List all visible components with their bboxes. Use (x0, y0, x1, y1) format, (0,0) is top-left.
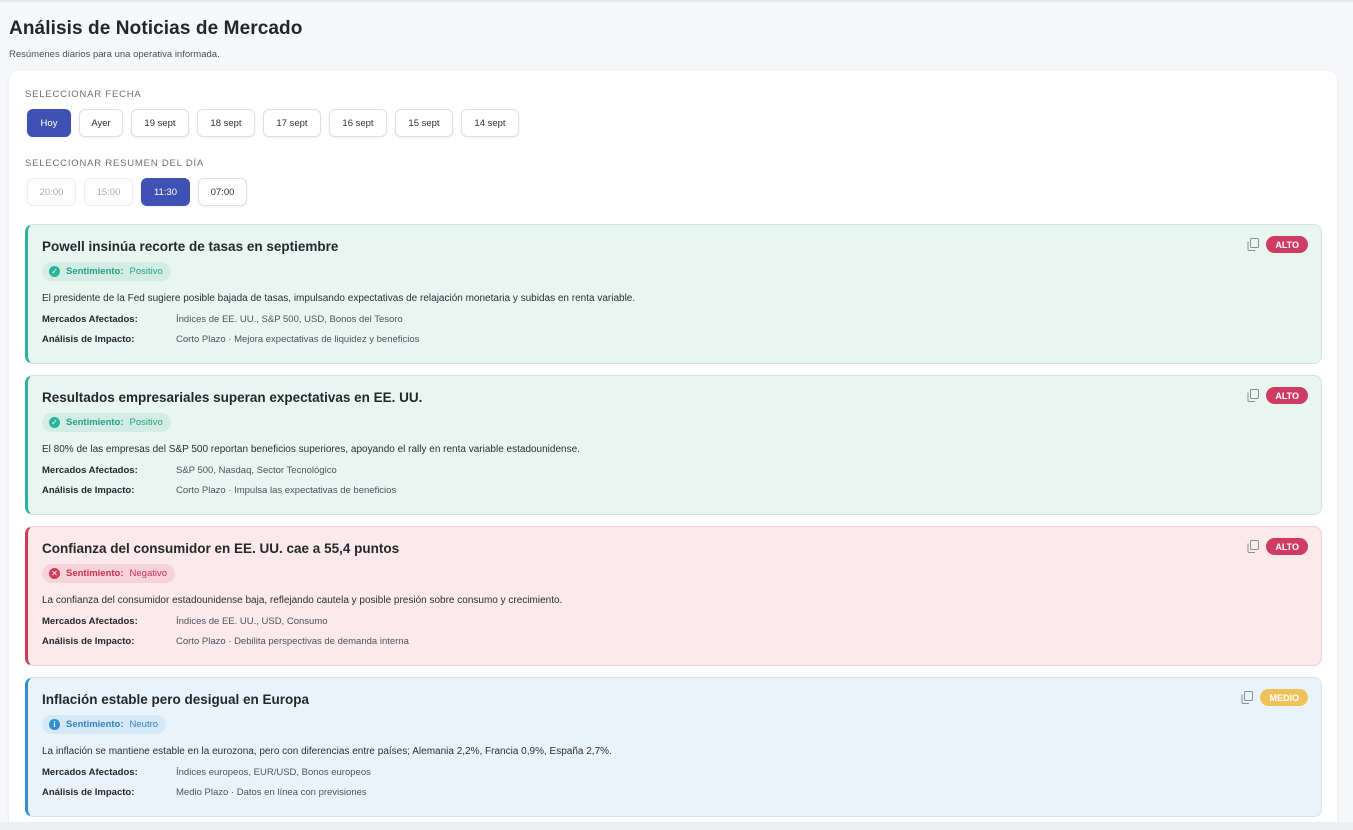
info-circle-icon: i (49, 719, 60, 730)
date-chip-19-sept[interactable]: 19 sept (131, 109, 189, 137)
time-chip-1500[interactable]: 15:00 (84, 178, 133, 206)
time-chip-2000[interactable]: 20:00 (27, 178, 76, 206)
impact-value: Corto Plazo · Mejora expectativas de liq… (176, 334, 420, 345)
markets-label: Mercados Afectados: (42, 465, 138, 476)
date-section-label: SELECCIONAR FECHA (25, 89, 142, 100)
markets-label: Mercados Afectados: (42, 616, 138, 627)
priority-badge: ALTO (1266, 538, 1308, 555)
check-circle-icon: ✓ (49, 266, 60, 277)
copy-icon[interactable] (1241, 691, 1253, 704)
impact-value: Medio Plazo · Datos en línea con previsi… (176, 787, 367, 798)
impact-label: Análisis de Impacto: (42, 636, 135, 647)
check-circle-icon: ✓ (49, 417, 60, 428)
horizontal-scrollbar[interactable] (0, 822, 1353, 830)
impact-label: Análisis de Impacto: (42, 787, 135, 798)
sentiment-badge: ✓ Sentimiento: Positivo (42, 413, 171, 432)
sentiment-value: Positivo (129, 266, 163, 277)
priority-badge: ALTO (1266, 387, 1308, 404)
sentiment-value: Negativo (129, 568, 168, 579)
sentiment-badge: ✕ Sentimiento: Negativo (42, 564, 176, 583)
date-chip-15-sept[interactable]: 15 sept (395, 109, 453, 137)
date-chip-hoy[interactable]: Hoy (27, 109, 71, 137)
markets-row: Mercados Afectados: Índices de EE. UU., … (42, 616, 1321, 627)
impact-value: Corto Plazo · Impulsa las expectativas d… (176, 485, 397, 496)
markets-label: Mercados Afectados: (42, 767, 138, 778)
sentiment-value: Neutro (129, 719, 159, 730)
summary-time-selector: 20:00 15:00 11:30 07:00 (27, 178, 247, 206)
sentiment-label: Sentimiento: (66, 568, 124, 579)
markets-row: Mercados Afectados: S&P 500, Nasdaq, Sec… (42, 465, 1321, 476)
sentiment-label: Sentimiento: (66, 417, 124, 428)
copy-icon[interactable] (1247, 389, 1259, 402)
news-title: Confianza del consumidor en EE. UU. cae … (42, 541, 400, 556)
sentiment-badge: ✓ Sentimiento: Positivo (42, 262, 171, 281)
date-chip-16-sept[interactable]: 16 sept (329, 109, 387, 137)
impact-label: Análisis de Impacto: (42, 485, 135, 496)
news-description: La inflación se mantiene estable en la e… (42, 746, 612, 757)
news-description: El 80% de las empresas del S&P 500 repor… (42, 444, 580, 455)
markets-label: Mercados Afectados: (42, 314, 138, 325)
date-selector: Hoy Ayer 19 sept 18 sept 17 sept 16 sept… (27, 109, 519, 137)
page-subtitle: Resúmenes diarios para una operativa inf… (9, 49, 220, 60)
markets-value: S&P 500, Nasdaq, Sector Tecnológico (176, 465, 337, 476)
news-card: Resultados empresariales superan expecta… (25, 375, 1322, 515)
page-title: Análisis de Noticias de Mercado (9, 18, 303, 39)
news-card: Powell insinúa recorte de tasas en septi… (25, 224, 1322, 364)
sentiment-label: Sentimiento: (66, 719, 124, 730)
sentiment-value: Positivo (129, 417, 163, 428)
news-description: La confianza del consumidor estadouniden… (42, 595, 563, 606)
summary-section-label: SELECCIONAR RESUMEN DEL DÍA (25, 158, 205, 169)
markets-row: Mercados Afectados: Índices europeos, EU… (42, 767, 1321, 778)
date-chip-18-sept[interactable]: 18 sept (197, 109, 255, 137)
news-description: El presidente de la Fed sugiere posible … (42, 293, 636, 304)
date-chip-ayer[interactable]: Ayer (79, 109, 123, 137)
priority-badge: MEDIO (1260, 689, 1308, 706)
impact-row: Análisis de Impacto: Corto Plazo · Impul… (42, 485, 1321, 496)
priority-badge: ALTO (1266, 236, 1308, 253)
markets-value: Índices de EE. UU., S&P 500, USD, Bonos … (176, 314, 403, 325)
copy-icon[interactable] (1247, 540, 1259, 553)
sentiment-badge: i Sentimiento: Neutro (42, 715, 167, 734)
time-chip-0700[interactable]: 07:00 (198, 178, 247, 206)
news-card: Inflación estable pero desigual en Europ… (25, 677, 1322, 817)
main-panel: SELECCIONAR FECHA Hoy Ayer 19 sept 18 se… (9, 71, 1337, 830)
date-chip-14-sept[interactable]: 14 sept (461, 109, 519, 137)
markets-value: Índices europeos, EUR/USD, Bonos europeo… (176, 767, 371, 778)
news-title: Resultados empresariales superan expecta… (42, 390, 423, 405)
x-circle-icon: ✕ (49, 568, 60, 579)
page-header: Análisis de Noticias de Mercado Resúmene… (9, 18, 302, 60)
impact-row: Análisis de Impacto: Corto Plazo · Debil… (42, 636, 1321, 647)
top-border (0, 0, 1353, 2)
sentiment-label: Sentimiento: (66, 266, 124, 277)
date-chip-17-sept[interactable]: 17 sept (263, 109, 321, 137)
impact-label: Análisis de Impacto: (42, 334, 135, 345)
impact-row: Análisis de Impacto: Corto Plazo · Mejor… (42, 334, 1321, 345)
impact-row: Análisis de Impacto: Medio Plazo · Datos… (42, 787, 1321, 798)
news-title: Inflación estable pero desigual en Europ… (42, 692, 310, 707)
copy-icon[interactable] (1247, 238, 1259, 251)
markets-value: Índices de EE. UU., USD, Consumo (176, 616, 328, 627)
news-title: Powell insinúa recorte de tasas en septi… (42, 239, 339, 254)
time-chip-1130[interactable]: 11:30 (141, 178, 190, 206)
markets-row: Mercados Afectados: Índices de EE. UU., … (42, 314, 1321, 325)
news-card: Confianza del consumidor en EE. UU. cae … (25, 526, 1322, 666)
impact-value: Corto Plazo · Debilita perspectivas de d… (176, 636, 409, 647)
